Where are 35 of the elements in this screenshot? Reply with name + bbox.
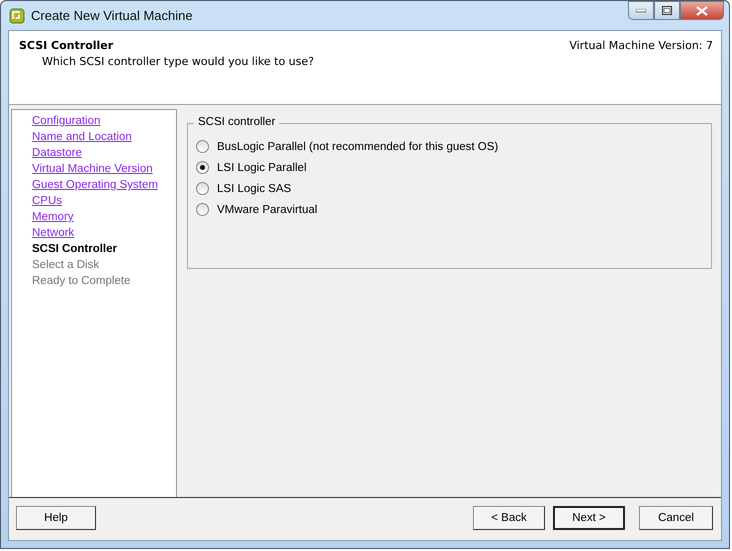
app-icon	[9, 8, 25, 24]
minimize-icon	[636, 8, 646, 12]
radio-button[interactable]	[196, 140, 209, 153]
step-link[interactable]: Configuration	[32, 113, 100, 129]
help-button[interactable]: Help	[16, 506, 96, 530]
step-label: SCSI Controller	[32, 242, 117, 257]
step-link[interactable]: Guest Operating System	[32, 177, 158, 193]
option-label: LSI Logic SAS	[217, 182, 292, 194]
cancel-button[interactable]: Cancel	[639, 506, 713, 530]
step-link[interactable]: CPUs	[32, 193, 62, 209]
step-link[interactable]: Network	[32, 225, 74, 241]
page-subtitle: Which SCSI controller type would you like to use?	[42, 55, 314, 68]
version-label: Virtual Machine Version: 7	[569, 39, 713, 54]
step-link[interactable]: Datastore	[32, 145, 82, 161]
step-label: Select a Disk	[32, 258, 100, 273]
close-button[interactable]	[680, 1, 724, 20]
minimize-button[interactable]	[628, 1, 654, 20]
step-link[interactable]: Memory	[32, 209, 74, 225]
radio-button[interactable]	[196, 203, 209, 216]
group-legend: SCSI controller	[194, 116, 280, 128]
step-label: Ready to Complete	[32, 274, 130, 289]
maximize-icon	[662, 6, 672, 15]
step-link[interactable]: Virtual Machine Version	[32, 161, 153, 177]
radio-button[interactable]	[196, 182, 209, 195]
radio-button[interactable]	[196, 161, 209, 174]
option-label: VMware Paravirtual	[217, 204, 318, 216]
back-button[interactable]: < Back	[473, 506, 545, 530]
option-label: LSI Logic Parallel	[217, 162, 306, 174]
step-link[interactable]: Name and Location	[32, 129, 132, 145]
option-label: BusLogic Parallel (not recommended for this guest OS)	[217, 140, 498, 152]
maximize-button[interactable]	[654, 1, 680, 20]
close-icon	[696, 6, 708, 16]
page-title: SCSI Controller	[19, 39, 114, 52]
window-title: Create New Virtual Machine	[31, 8, 193, 23]
next-button[interactable]: Next >	[553, 506, 625, 530]
